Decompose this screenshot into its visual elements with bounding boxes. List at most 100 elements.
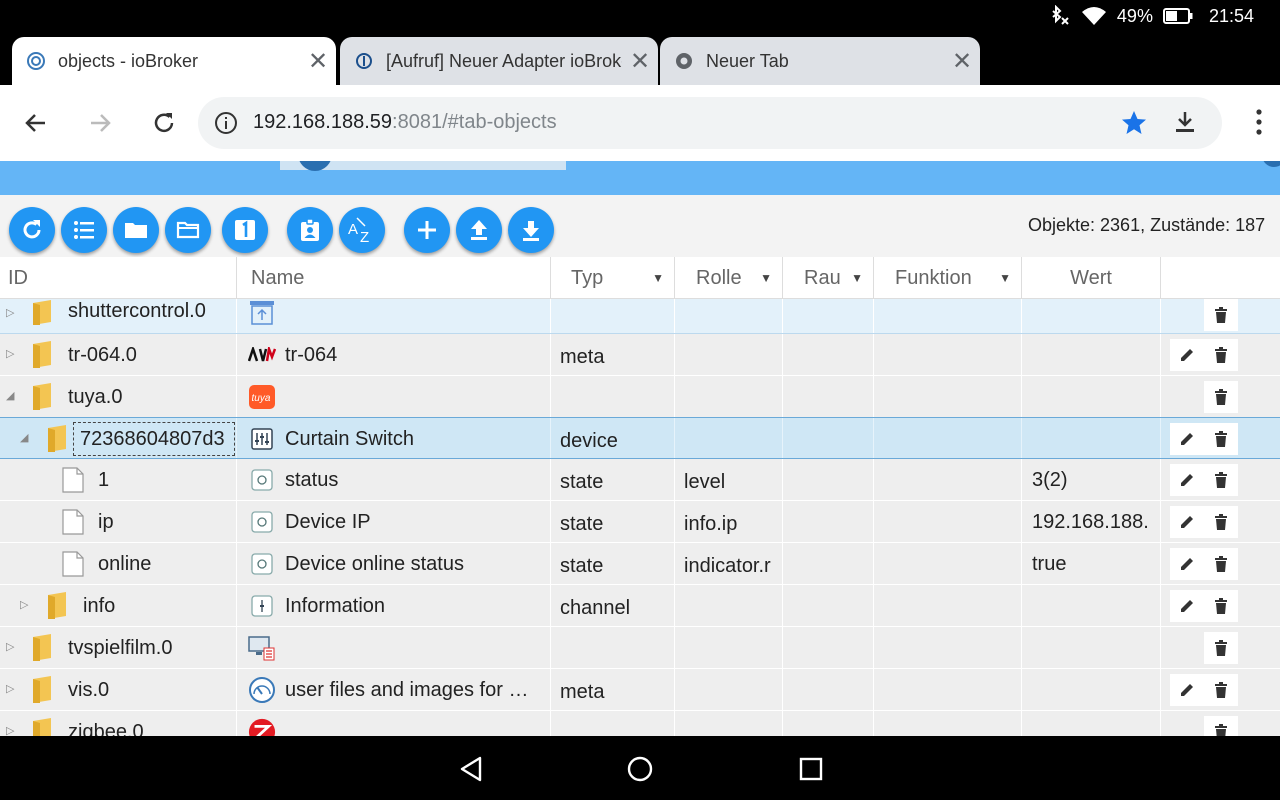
list-view-button[interactable] [61, 207, 107, 253]
column-header-raum[interactable]: Rau ▼ [783, 257, 873, 299]
table-row[interactable]: ip Device IP state info.ip 192.168.188. [0, 501, 1280, 543]
edit-button[interactable] [1170, 339, 1204, 371]
url-text[interactable]: 192.168.188.59:8081/#tab-objects [253, 111, 557, 134]
delete-button[interactable] [1204, 299, 1238, 331]
nav-recents-button[interactable] [796, 754, 826, 784]
column-header-typ[interactable]: Typ ▼ [551, 257, 674, 299]
refresh-button[interactable] [9, 207, 55, 253]
delete-button[interactable] [1204, 381, 1238, 413]
expand-level-button[interactable] [222, 207, 268, 253]
column-label: Funktion [895, 266, 972, 289]
collapse-all-button[interactable] [165, 207, 211, 253]
table-row[interactable]: ▷ shuttercontrol.0 [0, 299, 1280, 334]
back-button[interactable] [18, 105, 54, 141]
android-navigation-bar [0, 736, 1280, 800]
expand-arrow-icon[interactable]: ▷ [6, 724, 18, 736]
table-row[interactable]: 1 status state level 3(2) [0, 459, 1280, 501]
delete-button[interactable] [1204, 632, 1238, 664]
object-value[interactable]: 192.168.188. [1032, 511, 1158, 534]
edit-button[interactable] [1170, 506, 1204, 538]
edit-button[interactable] [1170, 674, 1204, 706]
tab-aufruf-neuer-adapter[interactable]: [Aufruf] Neuer Adapter ioBroker ✕ [340, 37, 658, 85]
dropdown-arrow-icon[interactable]: ▼ [999, 271, 1011, 285]
tab-neuer-tab[interactable]: Neuer Tab ✕ [660, 37, 980, 85]
table-row[interactable]: ▷ info Information channel [0, 585, 1280, 627]
table-row[interactable]: ▷ vis.0 user files and images for … meta [0, 669, 1280, 711]
column-header-id[interactable]: ID [8, 257, 28, 299]
column-header-name[interactable]: Name [251, 257, 304, 299]
delete-button[interactable] [1204, 716, 1238, 736]
object-name: user files and images for … [285, 679, 529, 701]
edit-button[interactable] [1170, 590, 1204, 622]
expand-all-button[interactable] [113, 207, 159, 253]
column-header-funktion[interactable]: Funktion ▼ [874, 257, 1021, 299]
delete-button[interactable] [1204, 464, 1238, 496]
state-icon [248, 550, 276, 578]
close-tab-icon[interactable]: ✕ [622, 47, 658, 76]
bookmark-star-icon[interactable] [1120, 109, 1148, 142]
delete-button[interactable] [1204, 590, 1238, 622]
object-id: tr-064.0 [68, 344, 137, 366]
header-avatar-partial [1262, 161, 1280, 167]
nav-back-button[interactable] [456, 754, 486, 784]
edit-button[interactable] [1170, 548, 1204, 580]
sort-button[interactable]: AZ [339, 207, 385, 253]
expand-arrow-icon[interactable]: ▷ [6, 306, 18, 320]
users-button[interactable] [287, 207, 333, 253]
address-bar[interactable]: 192.168.188.59:8081/#tab-objects [198, 97, 1222, 149]
table-row-selected[interactable]: ◢ 72368604807d3 Curtain Switch device [0, 417, 1280, 459]
edit-button[interactable] [1170, 464, 1204, 496]
column-header-wert[interactable]: Wert [1022, 257, 1160, 299]
tab-title: Neuer Tab [706, 50, 789, 71]
dropdown-arrow-icon[interactable]: ▼ [652, 271, 664, 285]
delete-button[interactable] [1204, 506, 1238, 538]
delete-button[interactable] [1204, 548, 1238, 580]
battery-percent: 49% [1116, 5, 1153, 26]
object-id: vis.0 [68, 679, 110, 701]
delete-button[interactable] [1204, 423, 1238, 455]
arrow-forward-icon [91, 114, 111, 132]
tab-objects-iobroker[interactable]: objects - ioBroker ✕ [12, 37, 336, 85]
upload-button[interactable] [456, 207, 502, 253]
object-id: online [98, 553, 152, 575]
close-tab-icon[interactable]: ✕ [300, 47, 336, 76]
collapse-arrow-icon[interactable]: ◢ [20, 431, 32, 445]
trash-icon [1215, 514, 1227, 530]
state-icon [248, 508, 276, 536]
expand-arrow-icon[interactable]: ▷ [20, 598, 32, 612]
object-id-focused[interactable]: 72368604807d3 [73, 422, 235, 456]
arrow-back-icon [25, 114, 45, 132]
edit-button[interactable] [1170, 423, 1204, 455]
delete-button[interactable] [1204, 674, 1238, 706]
folder-icon [30, 717, 54, 736]
add-object-button[interactable] [404, 207, 450, 253]
close-tab-icon[interactable]: ✕ [944, 47, 980, 76]
object-value[interactable]: true [1032, 553, 1158, 576]
dropdown-arrow-icon[interactable]: ▼ [851, 271, 863, 285]
object-value[interactable]: 3(2) [1032, 469, 1158, 492]
svg-text:Z: Z [360, 229, 369, 244]
table-row[interactable]: ▷ zigbee.0 [0, 711, 1280, 736]
battery-icon [1162, 8, 1193, 24]
info-icon[interactable] [214, 111, 238, 140]
table-row[interactable]: ◢ tuya.0 tuya [0, 376, 1280, 418]
forward-button[interactable] [82, 105, 118, 141]
table-row[interactable]: ▷ tr-064.0 tr-064 meta [0, 334, 1280, 376]
download-button[interactable] [508, 207, 554, 253]
expand-arrow-icon[interactable]: ▷ [6, 682, 18, 696]
folder-icon [30, 633, 54, 661]
download-page-icon[interactable] [1172, 109, 1198, 140]
table-row[interactable]: ▷ tvspielfilm.0 [0, 627, 1280, 669]
collapse-arrow-icon[interactable]: ◢ [6, 389, 18, 403]
table-row[interactable]: online Device online status state indica… [0, 543, 1280, 585]
url-path: :8081/#tab-objects [392, 111, 557, 133]
nav-home-button[interactable] [625, 754, 655, 784]
column-header-rolle[interactable]: Rolle ▼ [675, 257, 782, 299]
object-id: ip [98, 511, 114, 533]
browser-menu-button[interactable] [1254, 107, 1264, 142]
delete-button[interactable] [1204, 339, 1238, 371]
dropdown-arrow-icon[interactable]: ▼ [760, 271, 772, 285]
expand-arrow-icon[interactable]: ▷ [6, 640, 18, 654]
expand-arrow-icon[interactable]: ▷ [6, 347, 18, 361]
reload-button[interactable] [146, 105, 182, 141]
